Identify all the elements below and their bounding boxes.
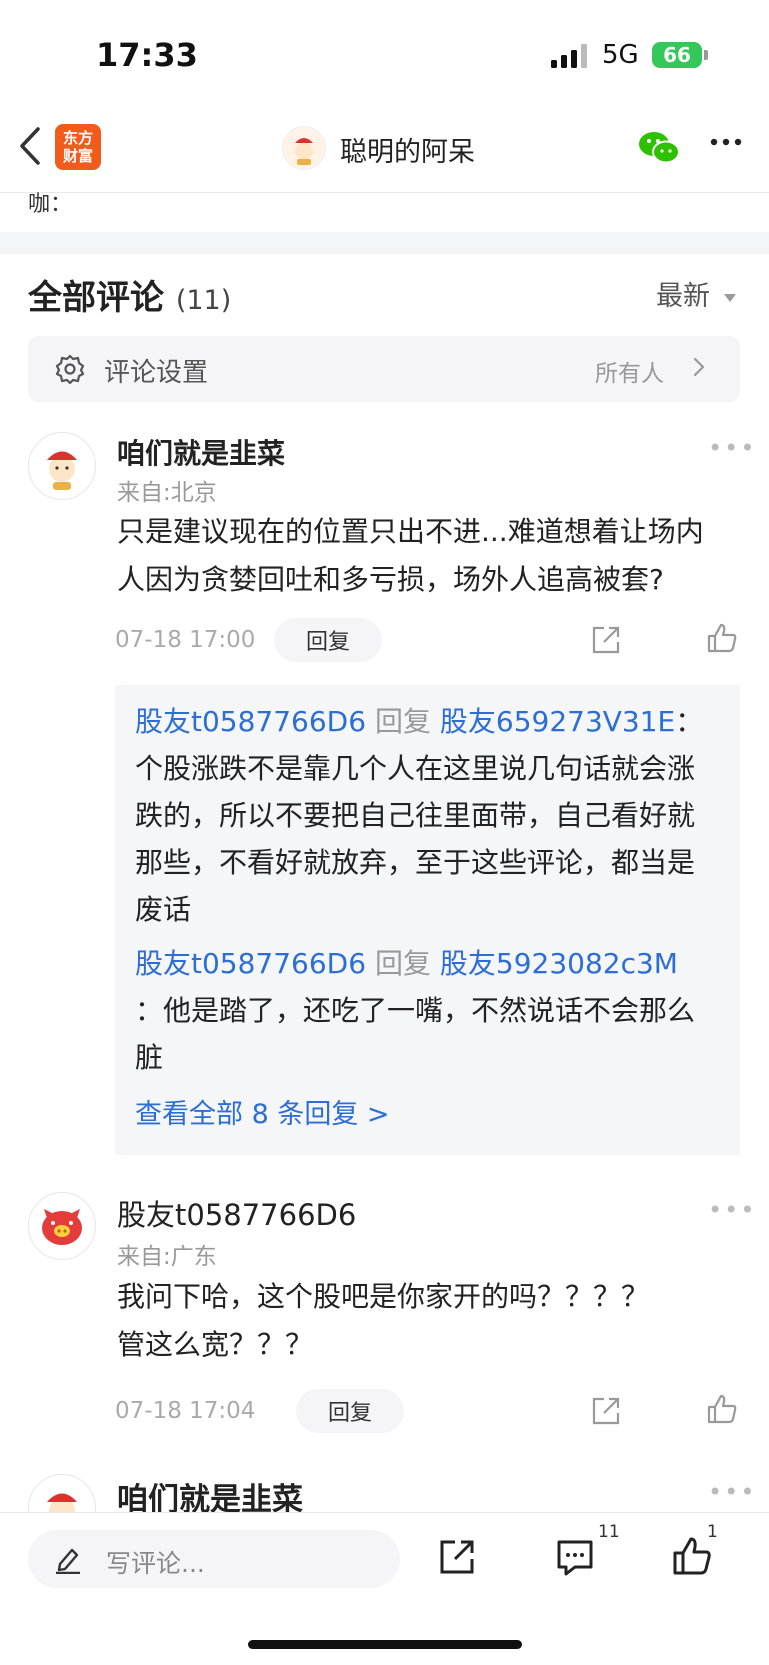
- share-icon[interactable]: [590, 624, 622, 656]
- app-logo[interactable]: 东方 财富: [55, 124, 101, 170]
- comment-count-badge: 11: [598, 1522, 620, 1542]
- caret-down-icon: [723, 293, 736, 302]
- comment-time: 07-18 17:00: [115, 627, 256, 653]
- reply-verb: 回复: [374, 705, 431, 738]
- page-title: 聪明的阿呆: [340, 137, 475, 168]
- pig-avatar-icon: [42, 1209, 82, 1245]
- comment-settings-label: 评论设置: [104, 358, 209, 388]
- reply-text-line: 跌的，所以不要把自己往里面带，自己看好就: [135, 799, 696, 832]
- sort-label: 最新: [656, 281, 710, 312]
- like-icon[interactable]: [706, 622, 738, 654]
- write-comment-input[interactable]: [28, 1530, 400, 1588]
- network-label: 5G: [602, 40, 639, 70]
- nav-divider: [0, 192, 769, 193]
- share-icon[interactable]: [590, 1395, 622, 1427]
- author-avatar[interactable]: [282, 126, 326, 170]
- bottom-divider: [0, 1512, 769, 1513]
- logo-line2: 财富: [62, 147, 93, 165]
- avatar[interactable]: [28, 1192, 96, 1260]
- share-icon[interactable]: [438, 1538, 476, 1576]
- pencil-icon: [56, 1548, 80, 1574]
- reply-colon: ：: [675, 705, 704, 738]
- comment-text-line: 管这么宽？？？: [117, 1328, 314, 1361]
- reply-item: 股友t0587766D6 回复 股友5923082c3M ：他是踏了，还吃了一嘴…: [135, 940, 721, 1081]
- comment-text: 我问下哈，这个股吧是你家开的吗？？？？ 管这么宽？？？: [117, 1273, 727, 1369]
- reply-button[interactable]: 回复: [296, 1389, 404, 1433]
- comment-location: 来自:北京: [117, 480, 217, 506]
- comments-title: 全部评论 (11): [28, 270, 231, 319]
- reply-text-line: 那些，不看好就放弃，至于这些评论，都当是: [135, 846, 696, 879]
- comment-text: 只是建议现在的位置只出不进...难道想着让场内 人因为贪婪回吐和多亏损，场外人追…: [117, 508, 727, 604]
- reply-text-line: 个股涨跌不是靠几个人在这里说几句话就会涨: [135, 752, 696, 785]
- chevron-right-icon: [693, 357, 705, 377]
- more-icon[interactable]: [710, 138, 742, 146]
- comment-text-line: 我问下哈，这个股吧是你家开的吗？？？？: [117, 1280, 650, 1313]
- reply-item: 股友t0587766D6 回复 股友659273V31E： 个股涨跌不是靠几个人…: [135, 698, 721, 933]
- reply-to-user[interactable]: 股友659273V31E: [440, 705, 675, 738]
- comments-title-label: 全部评论: [28, 278, 164, 318]
- comment-icon[interactable]: [555, 1538, 595, 1578]
- reply-verb: 回复: [374, 947, 431, 980]
- logo-line1: 东方: [62, 129, 93, 147]
- section-gap: [0, 232, 769, 254]
- sort-dropdown[interactable]: 最新: [656, 274, 737, 313]
- status-time: 17:33: [96, 36, 198, 74]
- reply-from-user[interactable]: 股友t0587766D6: [135, 705, 366, 738]
- comment-text-line: 人因为贪婪回吐和多亏损，场外人追高被套?: [117, 563, 664, 596]
- comment-more-icon[interactable]: •••: [708, 434, 756, 462]
- back-icon[interactable]: [18, 126, 42, 166]
- write-comment-placeholder: 写评论...: [106, 1549, 205, 1578]
- battery-cap: [704, 50, 708, 60]
- reply-button[interactable]: 回复: [274, 618, 382, 662]
- comment-text-line: 只是建议现在的位置只出不进...难道想着让场内: [117, 515, 704, 548]
- reply-from-user[interactable]: 股友t0587766D6: [135, 947, 366, 980]
- comment-time: 07-18 17:04: [115, 1398, 256, 1424]
- reply-text-line: 脏: [135, 1041, 164, 1074]
- comment-username[interactable]: 股友t0587766D6: [117, 1192, 356, 1234]
- comment-settings-value: 所有人: [595, 361, 664, 387]
- view-all-replies-link[interactable]: 查看全部 8 条回复 >: [135, 1092, 390, 1131]
- home-indicator[interactable]: [248, 1640, 522, 1649]
- reply-to-user[interactable]: 股友5923082c3M: [440, 947, 678, 980]
- comment-more-icon[interactable]: •••: [708, 1196, 756, 1224]
- like-count-badge: 1: [707, 1522, 718, 1542]
- wechat-share-icon[interactable]: [638, 130, 680, 166]
- comment-location: 来自:广东: [117, 1244, 217, 1270]
- article-tail-text: 咖：: [28, 192, 73, 217]
- reply-text-line: ：他是踏了，还吃了一嘴，不然说话不会那么: [135, 994, 696, 1027]
- gear-icon: [55, 354, 85, 385]
- battery-icon: 66: [652, 42, 702, 68]
- signal-icon: [551, 44, 587, 68]
- battery-level: 66: [663, 43, 691, 67]
- reply-text-line: 废话: [135, 893, 192, 926]
- comment-username[interactable]: 咱们就是韭菜: [117, 432, 285, 472]
- comment-more-icon[interactable]: •••: [708, 1478, 756, 1506]
- like-icon[interactable]: [672, 1536, 712, 1576]
- avatar[interactable]: [28, 432, 96, 500]
- comments-count: (11): [175, 285, 232, 316]
- like-icon[interactable]: [706, 1393, 738, 1425]
